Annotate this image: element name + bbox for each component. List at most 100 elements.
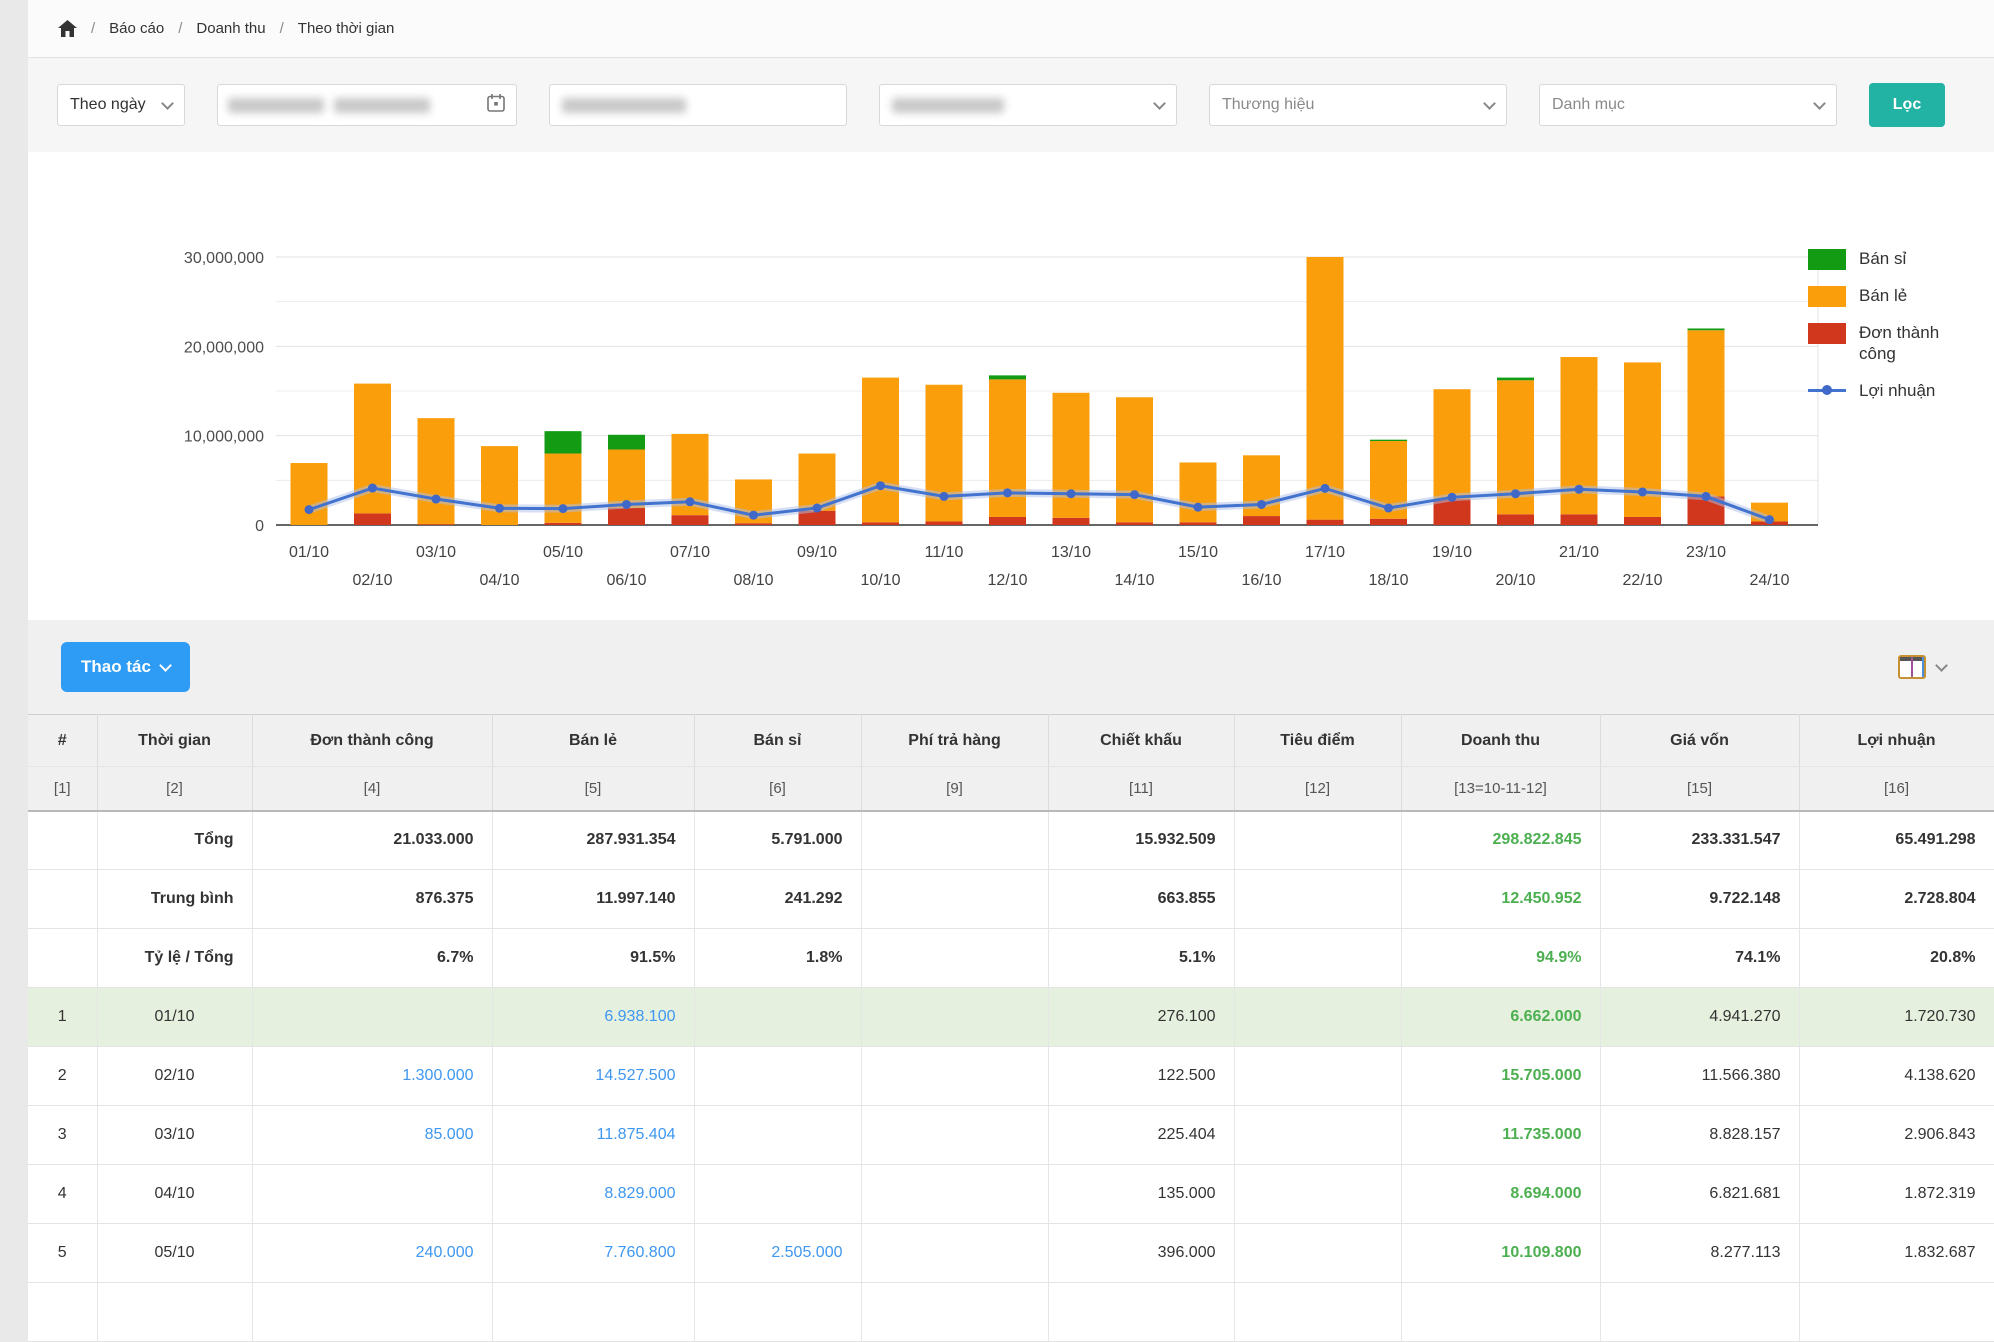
column-header[interactable]: Bán sỉ — [694, 715, 861, 767]
column-header[interactable]: [15] — [1600, 767, 1799, 811]
legend-item[interactable]: Bán sỉ — [1808, 248, 1978, 270]
bar-segment-12[interactable] — [1053, 518, 1090, 525]
bar-segment-12[interactable] — [1053, 393, 1090, 518]
profit-point[interactable] — [1575, 485, 1584, 494]
profit-point[interactable] — [1702, 492, 1711, 501]
profit-point[interactable] — [559, 504, 568, 513]
column-header[interactable]: [9] — [861, 767, 1048, 811]
breadcrumb-item-theo-thoi-gian[interactable]: Theo thời gian — [298, 20, 395, 37]
bar-segment-16[interactable] — [1307, 257, 1344, 520]
legend-item[interactable]: Lợi nhuận — [1808, 380, 1978, 401]
column-header[interactable]: Thời gian — [97, 715, 252, 767]
bar-segment-14[interactable] — [1180, 462, 1217, 522]
profit-point[interactable] — [1638, 487, 1647, 496]
column-header[interactable]: Bán lẻ — [492, 715, 694, 767]
bar-segment-18[interactable] — [1434, 389, 1471, 499]
column-header[interactable]: [12] — [1234, 767, 1401, 811]
profit-point[interactable] — [1765, 515, 1774, 524]
profit-point[interactable] — [686, 497, 695, 506]
bar-segment-5[interactable] — [608, 450, 645, 509]
bar-segment-19[interactable] — [1497, 378, 1534, 381]
profit-point[interactable] — [1130, 490, 1139, 499]
column-header[interactable]: # — [28, 715, 97, 767]
profit-point[interactable] — [876, 481, 885, 490]
column-header[interactable]: Phí trả hàng — [861, 715, 1048, 767]
bar-segment-10[interactable] — [926, 521, 963, 525]
profit-point[interactable] — [305, 505, 314, 514]
profit-point[interactable] — [813, 504, 822, 513]
legend-item[interactable]: Đơn thành công — [1808, 322, 1978, 365]
column-header[interactable]: Tiêu điểm — [1234, 715, 1401, 767]
column-header[interactable]: Lợi nhuận — [1799, 715, 1994, 767]
column-header[interactable]: [6] — [694, 767, 861, 811]
bar-segment-19[interactable] — [1497, 514, 1534, 525]
category-select[interactable]: Danh mục — [1539, 84, 1837, 126]
bar-segment-5[interactable] — [608, 508, 645, 525]
column-header[interactable]: [13=10-11-12] — [1401, 767, 1600, 811]
cell-Đơn thành công[interactable]: 85.000 — [252, 1106, 492, 1165]
profit-point[interactable] — [1003, 488, 1012, 497]
profit-point[interactable] — [622, 500, 631, 509]
column-header[interactable]: [11] — [1048, 767, 1234, 811]
bar-segment-4[interactable] — [545, 523, 582, 525]
bar-segment-14[interactable] — [1180, 522, 1217, 525]
bar-segment-0[interactable] — [291, 463, 328, 525]
bar-segment-4[interactable] — [545, 431, 582, 453]
bar-segment-1[interactable] — [354, 513, 391, 525]
bar-segment-7[interactable] — [735, 523, 772, 525]
column-header[interactable]: [5] — [492, 767, 694, 811]
column-header[interactable]: Chiết khấu — [1048, 715, 1234, 767]
profit-point[interactable] — [940, 492, 949, 501]
bar-segment-20[interactable] — [1561, 514, 1598, 525]
column-header[interactable]: Doanh thu — [1401, 715, 1600, 767]
profit-point[interactable] — [368, 484, 377, 493]
date-range-input[interactable] — [217, 84, 517, 126]
bar-segment-3[interactable] — [481, 446, 518, 525]
profit-point[interactable] — [1257, 500, 1266, 509]
bar-segment-22[interactable] — [1688, 328, 1725, 330]
legend-item[interactable]: Bán lẻ — [1808, 285, 1978, 307]
column-header[interactable]: Giá vốn — [1600, 715, 1799, 767]
profit-point[interactable] — [1384, 504, 1393, 513]
bar-segment-21[interactable] — [1624, 517, 1661, 525]
actions-button[interactable]: Thao tác — [61, 642, 190, 692]
bar-segment-13[interactable] — [1116, 522, 1153, 525]
column-header[interactable]: [16] — [1799, 767, 1994, 811]
profit-point[interactable] — [1067, 489, 1076, 498]
store-search-input[interactable] — [549, 84, 847, 126]
profit-point[interactable] — [749, 511, 758, 520]
bar-segment-2[interactable] — [418, 524, 455, 525]
bar-segment-11[interactable] — [989, 375, 1026, 379]
cell-Bán lẻ[interactable]: 7.760.800 — [492, 1224, 694, 1283]
bar-segment-10[interactable] — [926, 385, 963, 522]
cell-Đơn thành công[interactable]: 240.000 — [252, 1224, 492, 1283]
bar-segment-9[interactable] — [862, 378, 899, 523]
column-header[interactable]: Đơn thành công — [252, 715, 492, 767]
bar-segment-11[interactable] — [989, 517, 1026, 525]
bar-segment-22[interactable] — [1688, 330, 1725, 496]
column-header[interactable]: [4] — [252, 767, 492, 811]
bar-segment-6[interactable] — [672, 515, 709, 525]
profit-point[interactable] — [1321, 484, 1330, 493]
cell-Bán lẻ[interactable]: 11.875.404 — [492, 1106, 694, 1165]
profit-point[interactable] — [432, 495, 441, 504]
profit-point[interactable] — [1511, 489, 1520, 498]
column-visibility-toggle[interactable] — [1897, 653, 1946, 681]
cell-Bán sỉ[interactable]: 2.505.000 — [694, 1224, 861, 1283]
cell-Bán lẻ[interactable]: 6.938.100 — [492, 988, 694, 1047]
bar-segment-15[interactable] — [1243, 516, 1280, 525]
column-header[interactable]: [2] — [97, 767, 252, 811]
cell-Bán lẻ[interactable]: 14.527.500 — [492, 1047, 694, 1106]
home-icon[interactable] — [58, 20, 77, 37]
bar-segment-16[interactable] — [1307, 520, 1344, 525]
store-select[interactable] — [879, 84, 1177, 126]
bar-segment-13[interactable] — [1116, 397, 1153, 522]
cell-Bán lẻ[interactable]: 8.829.000 — [492, 1165, 694, 1224]
bar-segment-17[interactable] — [1370, 519, 1407, 525]
cell-Đơn thành công[interactable]: 1.300.000 — [252, 1047, 492, 1106]
profit-point[interactable] — [1448, 493, 1457, 502]
bar-segment-17[interactable] — [1370, 440, 1407, 441]
brand-select[interactable]: Thương hiệu — [1209, 84, 1507, 126]
calendar-icon[interactable] — [486, 93, 506, 118]
profit-point[interactable] — [1194, 503, 1203, 512]
